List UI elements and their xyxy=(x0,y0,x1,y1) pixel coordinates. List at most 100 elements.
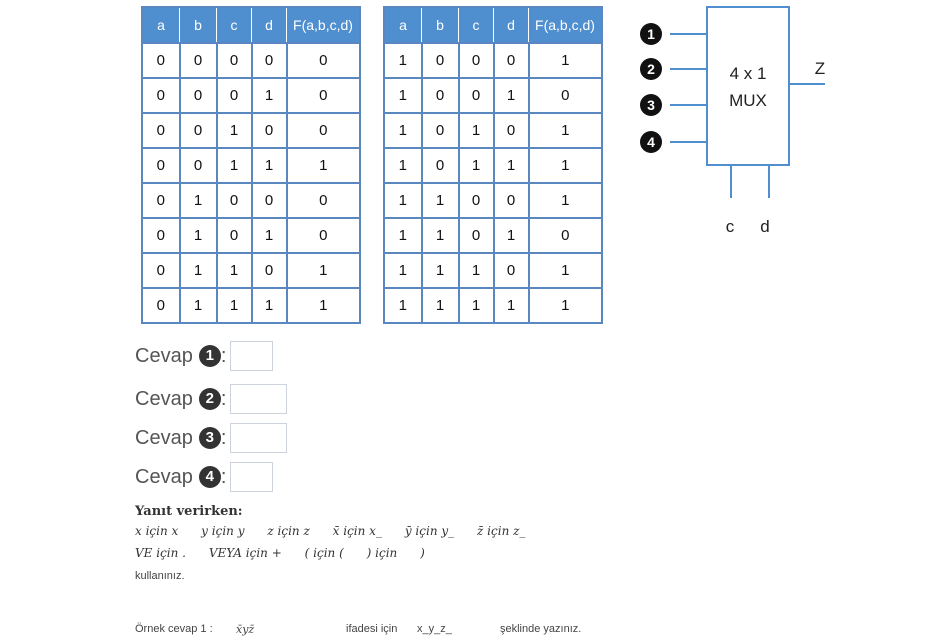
answer-3-input[interactable] xyxy=(230,423,288,453)
table-cell: 0 xyxy=(141,182,181,219)
table-cell: 0 xyxy=(285,217,361,254)
answer-2-input[interactable] xyxy=(230,384,288,414)
answer-colon: : xyxy=(220,344,227,367)
table-cell: 1 xyxy=(383,182,423,219)
table-header-row: a b c d F(a,b,c,d) xyxy=(383,6,603,44)
mux-box xyxy=(706,6,790,166)
answer-colon: : xyxy=(220,426,227,449)
answer-4-input[interactable] xyxy=(230,462,274,492)
svg-text:4: 4 xyxy=(647,134,655,150)
table-cell: 1 xyxy=(383,252,423,289)
answer-1-input[interactable] xyxy=(230,341,274,371)
table-cell: 0 xyxy=(141,42,181,79)
mux-label-line1: 4 x 1 xyxy=(730,64,767,83)
example-code: x_y_z_ xyxy=(417,623,452,635)
table-cell: 0 xyxy=(215,182,253,219)
table-cell: 0 xyxy=(285,182,361,219)
column-header: c xyxy=(458,6,494,44)
table-cell: 1 xyxy=(250,217,288,254)
instructions-line-1: x için x y için y z için z x̄ için x_ ȳ … xyxy=(135,524,526,538)
table-cell: 0 xyxy=(420,42,460,79)
table-row: 10111 xyxy=(383,147,603,184)
mux-label-line2: MUX xyxy=(729,91,767,110)
table-cell: 1 xyxy=(527,147,603,184)
table-row: 00010 xyxy=(141,77,361,114)
table-cell: 0 xyxy=(178,42,218,79)
table-cell: 0 xyxy=(215,77,253,114)
table-cell: 1 xyxy=(250,147,288,184)
table-row: 01111 xyxy=(141,287,361,324)
table-cell: 0 xyxy=(250,182,288,219)
table-row: 10001 xyxy=(383,42,603,79)
table-cell: 0 xyxy=(457,42,495,79)
table-cell: 0 xyxy=(215,217,253,254)
table-cell: 0 xyxy=(420,77,460,114)
table-header-row: a b c d F(a,b,c,d) xyxy=(141,6,361,44)
table-row: 01101 xyxy=(141,252,361,289)
table-cell: 0 xyxy=(141,217,181,254)
answer-number-badge: 2 xyxy=(198,388,221,410)
truth-table-right: a b c d F(a,b,c,d) 1000110010101011011111001… xyxy=(383,6,603,324)
table-cell: 1 xyxy=(383,217,423,254)
table-cell: 1 xyxy=(178,287,218,324)
table-cell: 1 xyxy=(250,287,288,324)
column-header: F(a,b,c,d) xyxy=(286,6,361,44)
column-header: a xyxy=(383,6,422,44)
table-row: 01000 xyxy=(141,182,361,219)
answer-colon: : xyxy=(220,465,227,488)
table-cell: 1 xyxy=(420,182,460,219)
table-cell: 1 xyxy=(527,112,603,149)
table-cell: 1 xyxy=(492,217,530,254)
instructions-line-3: kullanınız. xyxy=(135,570,185,582)
table-cell: 1 xyxy=(457,112,495,149)
table-cell: 0 xyxy=(141,77,181,114)
table-cell: 0 xyxy=(178,147,218,184)
table-row: 00100 xyxy=(141,112,361,149)
table-cell: 1 xyxy=(178,217,218,254)
answer-number-badge: 1 xyxy=(198,345,221,367)
table-cell: 1 xyxy=(420,217,460,254)
table-cell: 0 xyxy=(285,112,361,149)
example-mid-text: ifadesi için xyxy=(346,623,398,635)
table-cell: 0 xyxy=(527,77,603,114)
table-cell: 1 xyxy=(250,77,288,114)
answer-label: Cevap xyxy=(135,387,193,410)
table-row: 11101 xyxy=(383,252,603,289)
table-cell: 1 xyxy=(383,42,423,79)
table-cell: 1 xyxy=(527,182,603,219)
table-cell: 1 xyxy=(383,147,423,184)
table-cell: 1 xyxy=(215,287,253,324)
table-row: 10010 xyxy=(383,77,603,114)
input-badge-3: 3 xyxy=(640,94,662,116)
table-cell: 1 xyxy=(178,252,218,289)
table-cell: 1 xyxy=(527,287,603,324)
table-cell: 0 xyxy=(215,42,253,79)
table-cell: 0 xyxy=(285,77,361,114)
table-row: 00111 xyxy=(141,147,361,184)
mux-diagram: 4 x 1 MUX 1 2 3 4 Z c d xyxy=(640,6,825,236)
table-cell: 0 xyxy=(420,112,460,149)
answer-row-1: Cevap 1 : xyxy=(135,341,274,371)
table-cell: 1 xyxy=(492,147,530,184)
table-cell: 0 xyxy=(141,112,181,149)
table-cell: 1 xyxy=(215,112,253,149)
table-cell: 1 xyxy=(215,252,253,289)
table-cell: 0 xyxy=(420,147,460,184)
instructions-heading: Yanıt verirken: xyxy=(135,504,243,519)
table-row: 00000 xyxy=(141,42,361,79)
example-label: Örnek cevap 1 : xyxy=(135,623,213,635)
truth-table-left: a b c d F(a,b,c,d) 0000000010001000011101000… xyxy=(141,6,361,324)
answer-label: Cevap xyxy=(135,465,193,488)
column-header: F(a,b,c,d) xyxy=(528,6,603,44)
table-row: 10101 xyxy=(383,112,603,149)
input-badge-1: 1 xyxy=(640,23,662,45)
table-row: 01010 xyxy=(141,217,361,254)
table-cell: 1 xyxy=(457,147,495,184)
column-header: d xyxy=(251,6,287,44)
table-cell: 1 xyxy=(383,77,423,114)
svg-text:1: 1 xyxy=(647,26,655,42)
table-cell: 1 xyxy=(285,287,361,324)
table-cell: 0 xyxy=(250,42,288,79)
column-header: b xyxy=(179,6,217,44)
instructions-line-2: VE için . VEYA için + ( için ( ) için ) xyxy=(135,546,425,560)
